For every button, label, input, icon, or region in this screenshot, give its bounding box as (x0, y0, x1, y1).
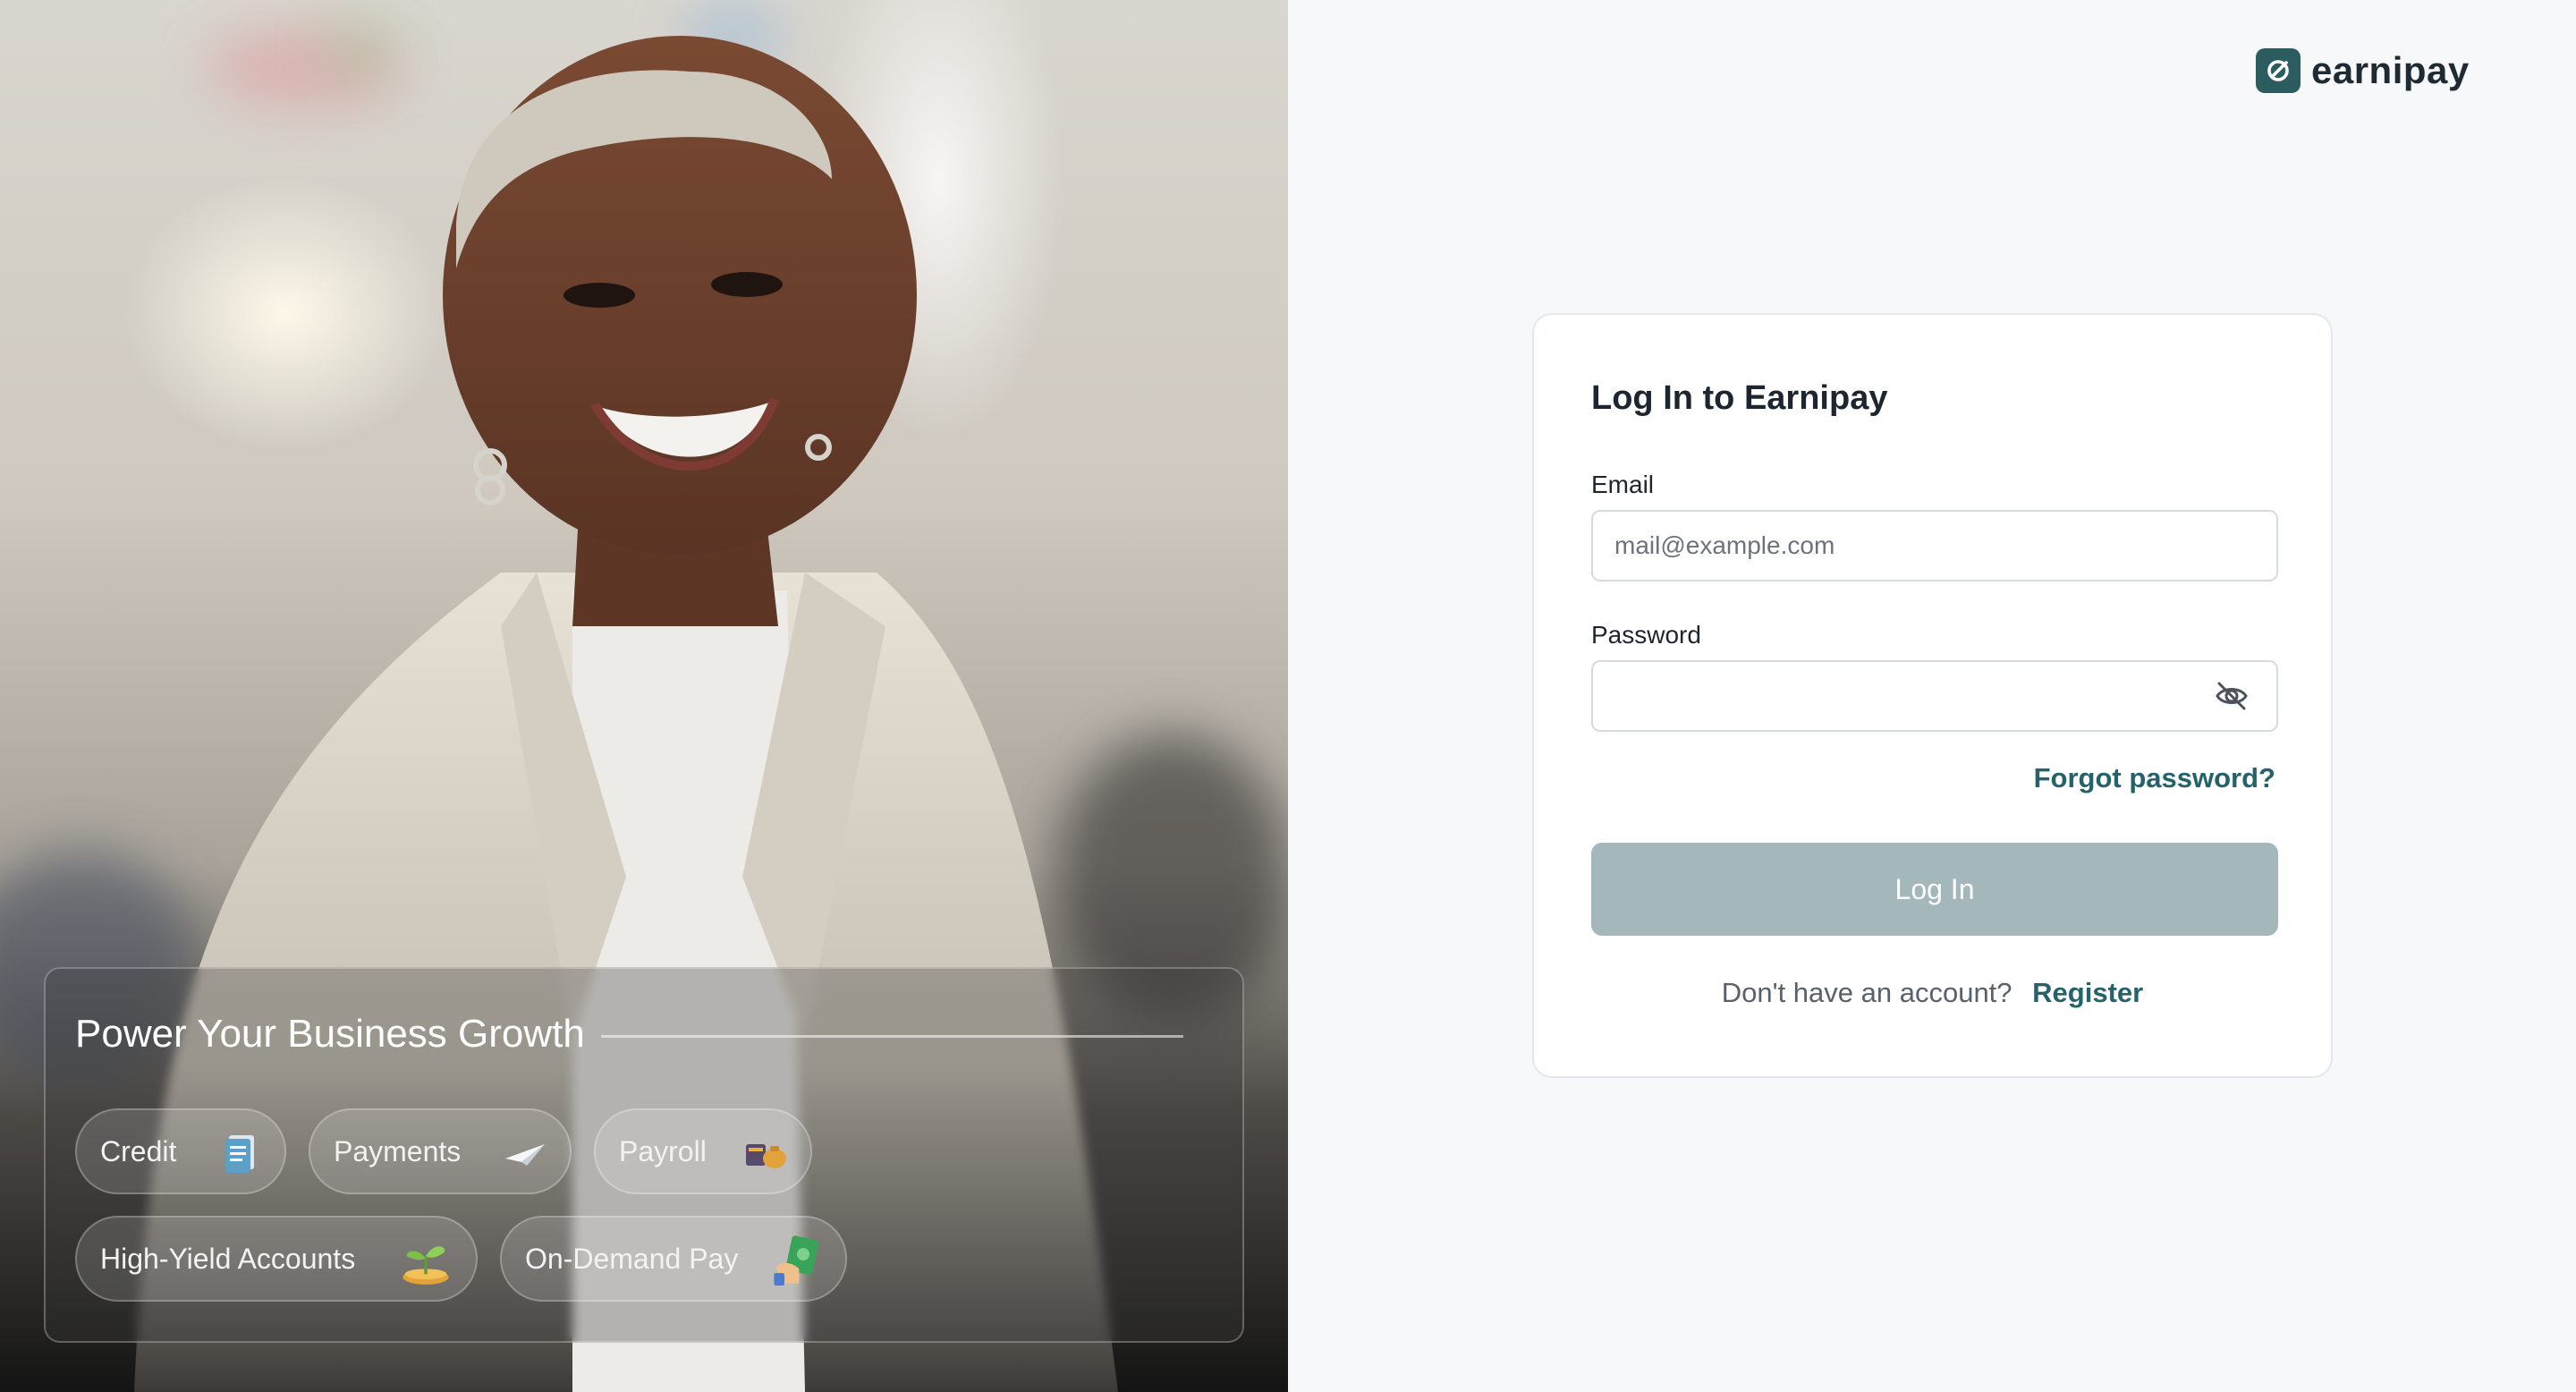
features-card: Power Your Business Growth Credit Paymen… (44, 967, 1244, 1343)
cash-hand-icon (774, 1235, 819, 1286)
login-card: Log In to Earnipay Email Password Forgot… (1532, 313, 2333, 1078)
feature-chip-credit[interactable]: Credit (75, 1108, 286, 1194)
login-title: Log In to Earnipay (1591, 379, 1888, 417)
brand-name: earnipay (2311, 49, 2470, 91)
feature-chip-label: Credit (100, 1134, 177, 1167)
feature-chip-payments[interactable]: Payments (309, 1108, 572, 1194)
divider-line (600, 1034, 1183, 1038)
password-label: Password (1591, 621, 1701, 649)
feature-chip-label: High-Yield Accounts (100, 1242, 356, 1275)
forgot-password-link[interactable]: Forgot password? (2034, 762, 2275, 794)
eye-off-icon[interactable] (2214, 680, 2250, 712)
sprout-icon (402, 1246, 449, 1285)
feature-chip-high-yield-accounts[interactable]: High-Yield Accounts (75, 1216, 478, 1302)
hero-panel: Power Your Business Growth Credit Paymen… (0, 0, 1288, 1392)
feature-chip-label: Payroll (619, 1134, 707, 1167)
features-title: Power Your Business Growth (75, 1012, 585, 1056)
feature-chip-on-demand-pay[interactable]: On-Demand Pay (500, 1216, 847, 1302)
logo-mark-icon (2256, 48, 2301, 93)
paper-plane-icon (505, 1144, 545, 1166)
register-link[interactable]: Register (2032, 977, 2143, 1008)
signup-row: Don't have an account? Register (1534, 977, 2331, 1009)
feature-chip-label: Payments (334, 1134, 462, 1167)
login-button[interactable]: Log In (1591, 843, 2278, 936)
feature-chip-payroll[interactable]: Payroll (594, 1108, 812, 1194)
features-header: Power Your Business Growth (75, 1012, 1183, 1057)
email-field[interactable] (1591, 510, 2278, 581)
email-label: Email (1591, 471, 1655, 498)
money-bag-icon (746, 1144, 786, 1168)
password-field[interactable] (1591, 660, 2278, 732)
feature-chip-label: On-Demand Pay (525, 1242, 739, 1275)
signup-prompt: Don't have an account? (1721, 977, 2012, 1008)
document-icon (225, 1135, 254, 1173)
brand-logo[interactable]: earnipay (2256, 48, 2470, 93)
